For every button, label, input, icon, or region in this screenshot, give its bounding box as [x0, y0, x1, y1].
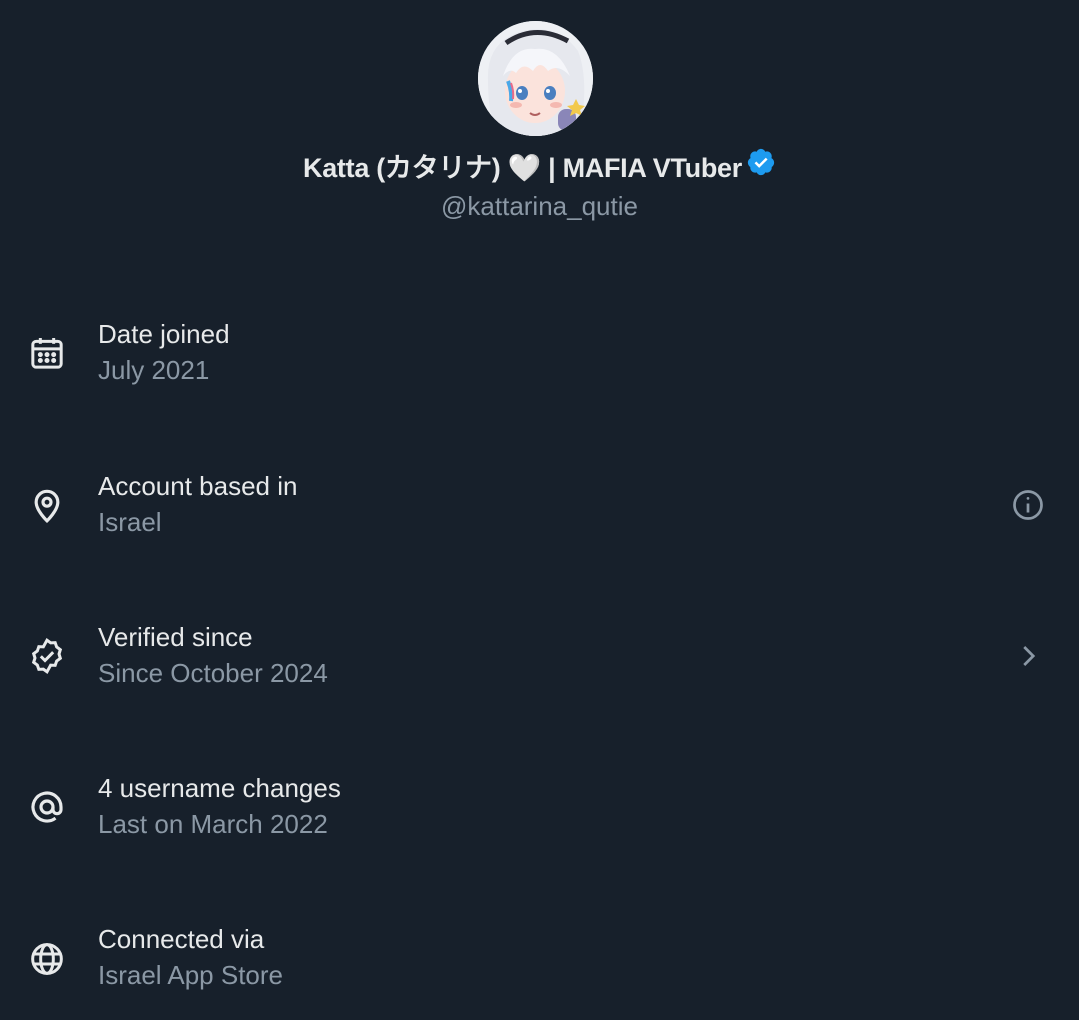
about-item-title: Account based in — [98, 471, 298, 501]
about-item-value: Last on March 2022 — [98, 809, 328, 839]
about-item-date-joined: Date joined July 2021 — [0, 315, 1079, 415]
about-item-title: Connected via — [98, 924, 265, 954]
profile-header: Katta (カタリナ) 🤍 | MAFIA VTuber @kattarina… — [0, 0, 1079, 240]
display-name-row: Katta (カタリナ) 🤍 | MAFIA VTuber — [0, 148, 1079, 190]
info-icon[interactable] — [1010, 487, 1046, 523]
avatar[interactable] — [478, 21, 593, 136]
calendar-icon — [27, 333, 67, 373]
display-name[interactable]: Katta (カタリナ) 🤍 | MAFIA VTuber — [303, 153, 742, 183]
at-sign-icon — [27, 787, 67, 827]
about-item-username-changes: 4 username changes Last on March 2022 — [0, 769, 1079, 869]
about-item-value: July 2021 — [98, 355, 210, 385]
about-item-connected-via: Connected via Israel App Store — [0, 920, 1079, 1020]
globe-icon — [27, 939, 67, 979]
about-item-title: Verified since — [98, 622, 253, 652]
about-item-account-based-in: Account based in Israel — [0, 467, 1079, 567]
handle: @kattarina_qutie — [441, 191, 638, 221]
about-item-title: 4 username changes — [98, 773, 341, 803]
about-item-value: Since October 2024 — [98, 658, 328, 688]
verified-badge-outline-icon — [27, 636, 67, 676]
about-item-value: Israel — [98, 507, 162, 537]
verified-badge-icon[interactable] — [746, 147, 776, 188]
location-pin-icon — [27, 485, 67, 525]
about-item-title: Date joined — [98, 319, 230, 349]
about-item-value: Israel App Store — [98, 960, 283, 990]
chevron-right-icon[interactable] — [1010, 638, 1046, 674]
about-item-verified-since[interactable]: Verified since Since October 2024 — [0, 618, 1079, 718]
